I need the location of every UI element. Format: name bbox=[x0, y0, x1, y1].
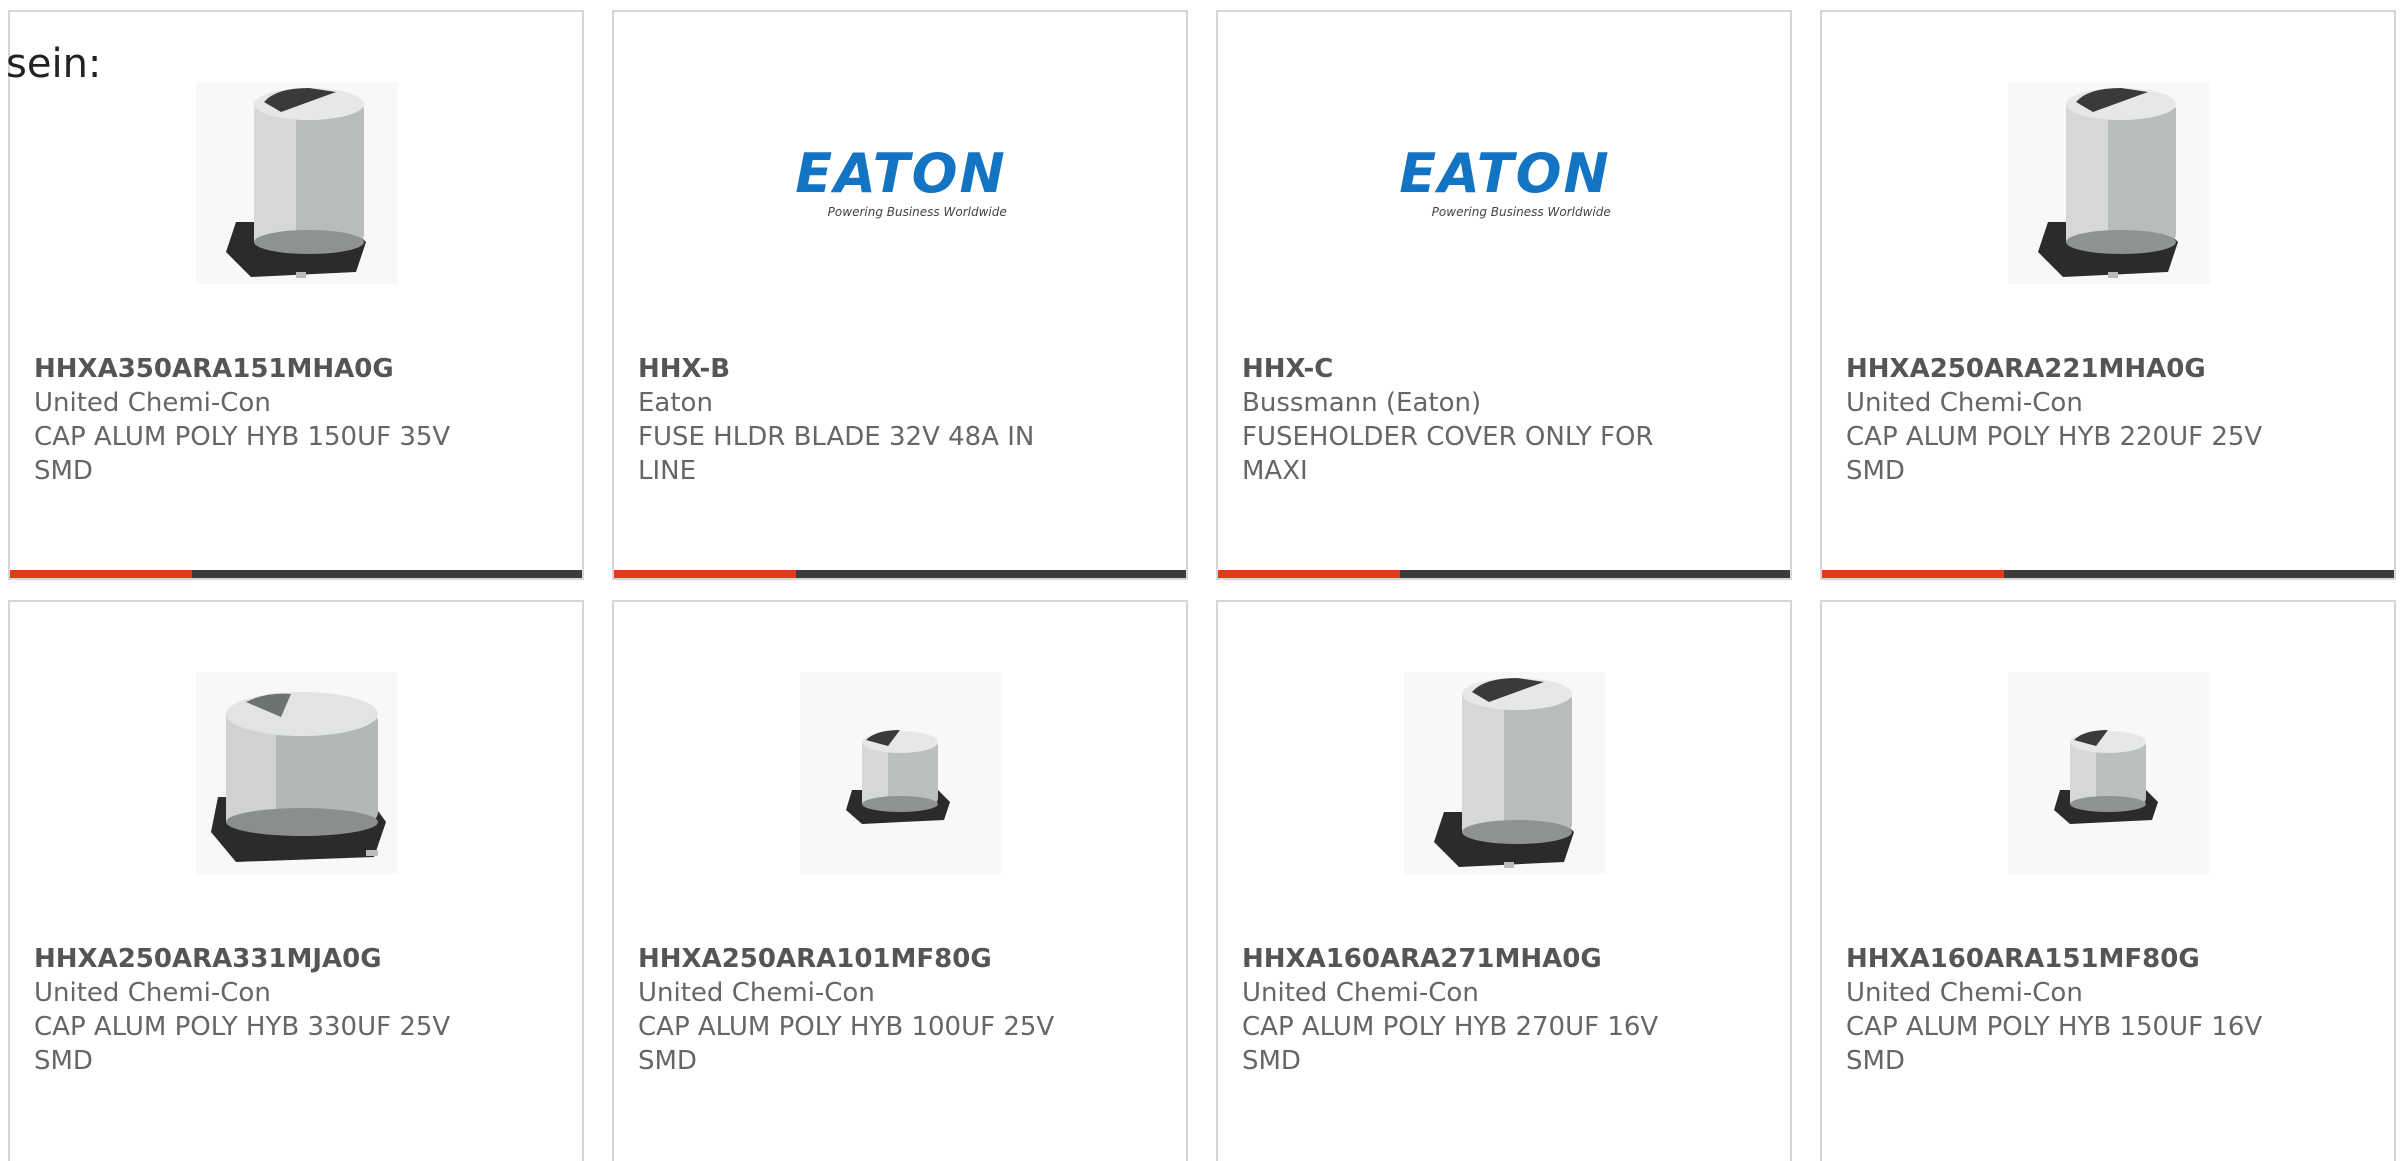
description: CAP ALUM POLY HYB 100UF 25V SMD bbox=[638, 1012, 1055, 1076]
product-info: HHXA350ARA151MHA0G United Chemi-Con CAP … bbox=[34, 352, 558, 488]
capacitor-image bbox=[1404, 672, 1606, 874]
card-footer-bar bbox=[1822, 570, 2394, 578]
description: FUSEHOLDER COVER ONLY FOR MAXI bbox=[1242, 422, 1654, 486]
part-number-link[interactable]: HHXA160ARA151MF80G bbox=[1846, 942, 2370, 976]
product-card[interactable]: HHXA250ARA101MF80G United Chemi-Con CAP … bbox=[612, 600, 1188, 1161]
product-card[interactable]: HHXA250ARA331MJA0G United Chemi-Con CAP … bbox=[8, 600, 584, 1161]
product-info: HHXA160ARA271MHA0G United Chemi-Con CAP … bbox=[1242, 942, 1766, 1078]
card-accent-bar bbox=[1218, 570, 1400, 578]
card-footer-bar bbox=[10, 570, 582, 578]
description: CAP ALUM POLY HYB 220UF 25V SMD bbox=[1846, 422, 2263, 486]
card-accent-bar bbox=[614, 570, 796, 578]
description: FUSE HLDR BLADE 32V 48A IN LINE bbox=[638, 422, 1035, 486]
card-footer-bar bbox=[614, 570, 1186, 578]
description: CAP ALUM POLY HYB 270UF 16V SMD bbox=[1242, 1012, 1659, 1076]
eaton-logo-image: EATON Powering Business Worldwide bbox=[795, 82, 1007, 284]
product-card[interactable]: HHXA250ARA221MHA0G United Chemi-Con CAP … bbox=[1820, 10, 2396, 580]
eaton-logo-tagline: Powering Business Worldwide bbox=[1431, 205, 1611, 219]
eaton-logo: EATON Powering Business Worldwide bbox=[795, 142, 1007, 220]
product-info: HHXA160ARA151MF80G United Chemi-Con CAP … bbox=[1846, 942, 2370, 1078]
product-grid: HHXA350ARA151MHA0G United Chemi-Con CAP … bbox=[8, 10, 2400, 1161]
product-card[interactable]: EATON Powering Business Worldwide HHX-C … bbox=[1216, 10, 1792, 580]
eaton-logo-tagline: Powering Business Worldwide bbox=[827, 205, 1007, 219]
manufacturer: United Chemi-Con bbox=[638, 978, 875, 1008]
part-number-link[interactable]: HHXA250ARA331MJA0G bbox=[34, 942, 558, 976]
product-info: HHX-B Eaton FUSE HLDR BLADE 32V 48A IN L… bbox=[638, 352, 1162, 488]
intro-text: sein: bbox=[6, 41, 102, 87]
product-card[interactable]: HHXA160ARA271MHA0G United Chemi-Con CAP … bbox=[1216, 600, 1792, 1161]
eaton-logo: EATON Powering Business Worldwide bbox=[1399, 142, 1611, 220]
manufacturer: United Chemi-Con bbox=[1846, 978, 2083, 1008]
card-accent-bar bbox=[10, 570, 192, 578]
description: CAP ALUM POLY HYB 150UF 16V SMD bbox=[1846, 1012, 2263, 1076]
capacitor-image bbox=[196, 82, 398, 284]
eaton-logo-image: EATON Powering Business Worldwide bbox=[1399, 82, 1611, 284]
description: CAP ALUM POLY HYB 330UF 25V SMD bbox=[34, 1012, 451, 1076]
page: sein: HHXA350ARA151MHA0G United Chemi-Co… bbox=[0, 0, 2400, 1161]
eaton-logo-word: EATON bbox=[795, 142, 1007, 205]
part-number-link[interactable]: HHXA350ARA151MHA0G bbox=[34, 352, 558, 386]
product-info: HHXA250ARA101MF80G United Chemi-Con CAP … bbox=[638, 942, 1162, 1078]
manufacturer: Bussmann (Eaton) bbox=[1242, 388, 1482, 418]
card-footer-bar bbox=[1218, 570, 1790, 578]
manufacturer: United Chemi-Con bbox=[34, 978, 271, 1008]
capacitor-image bbox=[2008, 82, 2210, 284]
part-number-link[interactable]: HHX-C bbox=[1242, 352, 1766, 386]
manufacturer: United Chemi-Con bbox=[1846, 388, 2083, 418]
part-number-link[interactable]: HHXA250ARA221MHA0G bbox=[1846, 352, 2370, 386]
product-card[interactable]: HHXA160ARA151MF80G United Chemi-Con CAP … bbox=[1820, 600, 2396, 1161]
card-accent-bar bbox=[1822, 570, 2004, 578]
eaton-logo-word: EATON bbox=[1399, 142, 1611, 205]
product-card[interactable]: EATON Powering Business Worldwide HHX-B … bbox=[612, 10, 1188, 580]
capacitor-image bbox=[196, 672, 398, 874]
capacitor-image bbox=[800, 672, 1002, 874]
manufacturer: Eaton bbox=[638, 388, 713, 418]
manufacturer: United Chemi-Con bbox=[1242, 978, 1479, 1008]
part-number-link[interactable]: HHX-B bbox=[638, 352, 1162, 386]
capacitor-image bbox=[2008, 672, 2210, 874]
product-info: HHXA250ARA221MHA0G United Chemi-Con CAP … bbox=[1846, 352, 2370, 488]
description: CAP ALUM POLY HYB 150UF 35V SMD bbox=[34, 422, 451, 486]
manufacturer: United Chemi-Con bbox=[34, 388, 271, 418]
product-info: HHXA250ARA331MJA0G United Chemi-Con CAP … bbox=[34, 942, 558, 1078]
part-number-link[interactable]: HHXA160ARA271MHA0G bbox=[1242, 942, 1766, 976]
product-card[interactable]: HHXA350ARA151MHA0G United Chemi-Con CAP … bbox=[8, 10, 584, 580]
part-number-link[interactable]: HHXA250ARA101MF80G bbox=[638, 942, 1162, 976]
product-info: HHX-C Bussmann (Eaton) FUSEHOLDER COVER … bbox=[1242, 352, 1766, 488]
